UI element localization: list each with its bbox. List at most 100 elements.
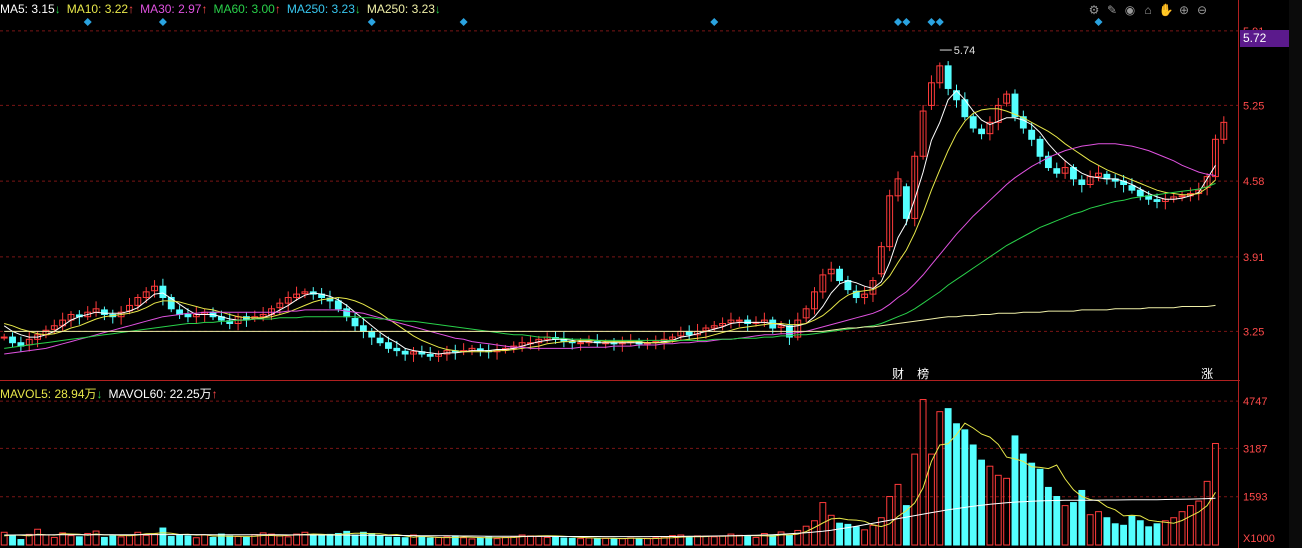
volume-bar	[0, 531, 8, 546]
chart-toolbar: ⚙ ✎ ◉ ⌂ ✋ ⊕ ⊖	[1086, 2, 1210, 18]
volume-bar	[1003, 477, 1011, 546]
pen-icon[interactable]: ✎	[1104, 2, 1120, 18]
volume-bar	[535, 536, 543, 546]
zoom-in-icon[interactable]: ⊕	[1176, 2, 1192, 18]
ma-legend-item: MA5: 3.15↓	[0, 2, 61, 16]
volume-bar	[986, 465, 994, 546]
volume-bar	[643, 537, 651, 546]
candle-body	[368, 330, 376, 338]
eye-icon[interactable]: ◉	[1122, 2, 1138, 18]
volume-bar	[476, 537, 484, 546]
volume-bar	[1086, 514, 1094, 546]
volume-bar	[1044, 486, 1052, 546]
trend-arrow: ↑	[211, 387, 218, 401]
volume-bar	[309, 534, 317, 546]
candle-body	[359, 325, 367, 332]
candle-body	[0, 336, 8, 339]
volume-bar	[1103, 517, 1111, 546]
gear-icon[interactable]: ⚙	[1086, 2, 1102, 18]
volume-bar	[1053, 496, 1061, 546]
diamond-marker	[710, 18, 719, 26]
volume-bar	[610, 538, 618, 546]
candle-body	[836, 268, 843, 282]
basket-icon[interactable]: ⌂	[1140, 2, 1156, 18]
volume-bar	[1161, 520, 1169, 546]
volume-bar	[1061, 505, 1069, 546]
volume-tick-label: 1593	[1243, 492, 1267, 504]
ma-legend-item: MA30: 2.97↑	[140, 2, 208, 16]
volume-bar	[209, 536, 217, 546]
volume-bar	[1145, 526, 1153, 546]
volume-bar	[1186, 505, 1194, 546]
volume-bar	[1195, 500, 1203, 546]
volume-bar	[293, 533, 300, 546]
volume-bar	[577, 538, 585, 546]
y-tick-label: 4.58	[1243, 176, 1264, 188]
candle-body	[376, 337, 384, 344]
hand-icon[interactable]: ✋	[1158, 2, 1174, 18]
volume-bar	[602, 537, 610, 546]
volume-bar	[9, 535, 16, 546]
volume-bar	[1019, 453, 1027, 546]
volume-bar	[1078, 489, 1086, 546]
volume-bar	[635, 538, 643, 546]
volume-bar	[234, 536, 242, 546]
volume-bar	[744, 535, 752, 546]
volume-bar	[618, 538, 626, 546]
diamond-marker	[935, 18, 944, 26]
volume-bar	[1136, 520, 1144, 546]
volume-bar	[501, 536, 509, 546]
ma-legend-item: MA250: 3.23↓	[366, 2, 441, 16]
volume-bar	[543, 536, 551, 546]
volume-bar	[1178, 511, 1186, 546]
volume-bar	[418, 536, 426, 546]
candle-body	[1178, 195, 1186, 198]
volume-bar	[552, 536, 559, 546]
candle-body	[1078, 179, 1086, 186]
stock-chart[interactable]: 3.253.914.585.255.91159331874747X10005.7…	[0, 0, 1302, 548]
volume-bar	[1111, 523, 1119, 546]
candle-body	[159, 285, 167, 299]
volume-bar	[627, 537, 635, 546]
candle-body	[902, 186, 910, 219]
volume-bar	[1120, 524, 1128, 546]
candle-body	[351, 318, 359, 327]
ma-line-ma60	[4, 182, 1216, 349]
volume-unit-label: X1000	[1243, 533, 1275, 545]
volume-bar	[1212, 442, 1219, 546]
high-price-label: 5.74	[954, 45, 975, 57]
volume-bar	[92, 530, 100, 546]
ma-line-ma250	[4, 304, 1216, 332]
volume-bar	[176, 534, 184, 546]
volume-bar	[1036, 468, 1044, 546]
volume-bar	[42, 534, 50, 546]
trend-arrow: ↓	[54, 2, 61, 16]
volume-bar	[401, 537, 409, 546]
volume-bar	[994, 474, 1002, 546]
volume-bar	[560, 537, 568, 546]
volume-bar	[719, 535, 727, 546]
candle-body	[1128, 185, 1136, 191]
candle-body	[401, 350, 409, 355]
volume-bar	[685, 536, 693, 546]
volume-bar	[735, 534, 743, 546]
candle-body	[969, 116, 977, 129]
zoom-out-icon[interactable]: ⊖	[1194, 2, 1210, 18]
candle-body	[953, 90, 960, 101]
y-tick-label: 3.91	[1243, 252, 1264, 264]
candle-body	[1028, 129, 1036, 140]
volume-bar	[435, 536, 442, 546]
candle-body	[978, 128, 985, 135]
volume-bar	[201, 534, 209, 546]
volume-bar	[568, 537, 576, 546]
volume-bar	[1011, 435, 1019, 546]
volume-bar	[34, 528, 42, 546]
volume-bar	[468, 538, 476, 546]
diamond-marker	[894, 18, 903, 26]
candle-body	[167, 297, 175, 310]
volume-bar	[944, 408, 952, 546]
candle-body	[735, 319, 743, 322]
candle-body	[385, 342, 392, 349]
volume-bar	[869, 524, 877, 546]
diamond-marker	[367, 18, 376, 26]
